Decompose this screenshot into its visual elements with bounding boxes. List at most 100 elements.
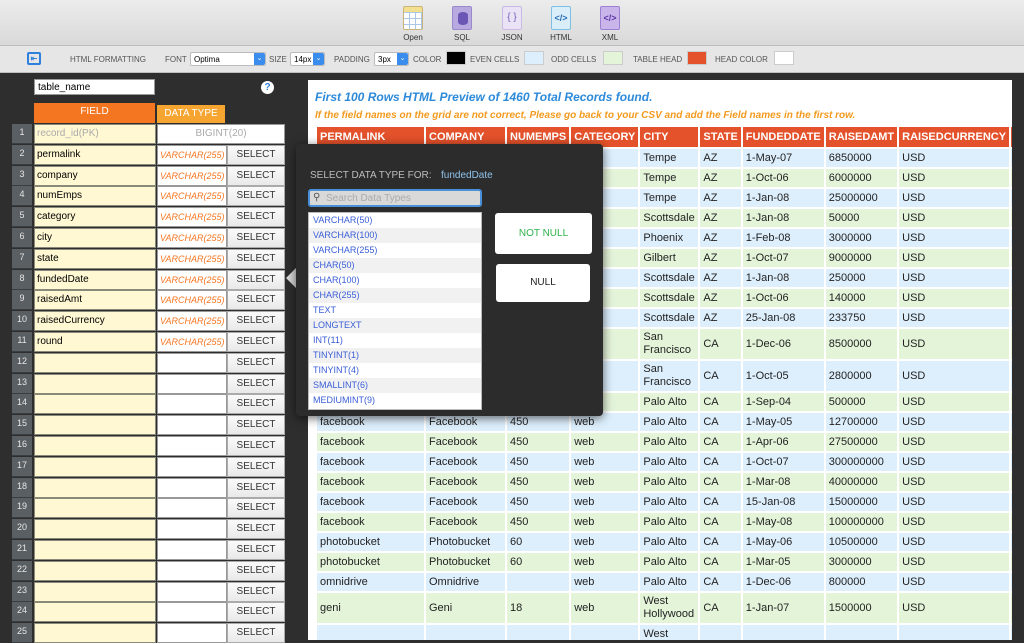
field-name-cell[interactable]: permalink [34,144,156,165]
even-cells-swatch[interactable] [524,51,544,65]
help-icon[interactable]: ? [261,81,274,94]
select-type-button[interactable]: SELECT [227,290,285,311]
field-name-cell: record_id(PK) [34,124,156,144]
null-button[interactable]: NULL [496,264,590,302]
color-swatch[interactable] [446,51,466,65]
preview-column-header: RAISEDCURRENCY [899,127,1010,147]
data-type-option[interactable]: LONGTEXT [309,318,481,333]
preview-cell: 450 [507,453,570,471]
not-null-button[interactable]: NOT NULL [495,213,592,254]
data-type-option[interactable]: TEXT [309,303,481,318]
field-name-cell[interactable] [34,560,156,581]
select-type-button[interactable]: SELECT [227,623,285,643]
field-name-cell[interactable] [34,394,156,415]
select-type-button[interactable]: SELECT [227,560,285,581]
field-name-cell[interactable]: raisedCurrency [34,311,156,332]
size-select[interactable]: 14px ⌄ [290,52,325,66]
data-type-option[interactable]: VARCHAR(50) [309,213,481,228]
field-name-cell[interactable] [34,436,156,456]
field-name-cell[interactable] [34,456,156,477]
field-name-cell[interactable] [34,373,156,394]
select-type-button[interactable]: SELECT [227,602,285,623]
select-type-button[interactable]: SELECT [227,581,285,602]
sql-button[interactable]: SQL [442,4,482,44]
field-name-cell[interactable]: company [34,165,156,186]
field-name-cell[interactable] [34,415,156,436]
head-color-swatch[interactable] [774,51,794,65]
xml-button[interactable]: </> XML [590,4,630,44]
select-type-button[interactable]: SELECT [227,477,285,498]
html-button[interactable]: </> HTML [541,4,581,44]
field-name-cell[interactable] [34,540,156,560]
preview-cell: c [1011,473,1012,491]
schema-editor: ? FIELD DATA TYPE 1record_id(PK)BIGINT(2… [0,74,300,643]
field-name-cell[interactable] [34,602,156,623]
font-label: FONT [165,55,187,64]
data-type-search[interactable]: ⚲ [308,189,482,207]
data-type-list[interactable]: VARCHAR(50) VARCHAR(100) VARCHAR(255) CHAR(… [308,212,482,410]
table-name-input[interactable] [34,79,155,95]
select-type-button[interactable]: SELECT [227,394,285,415]
data-type-option[interactable]: VARCHAR(255) [309,243,481,258]
select-type-button[interactable]: SELECT [227,519,285,540]
select-type-button[interactable]: SELECT [227,248,285,269]
open-button[interactable]: Open [393,4,433,44]
select-type-button[interactable]: SELECT [227,144,285,165]
select-type-button[interactable]: SELECT [227,498,285,519]
data-type-cell: VARCHAR(255) [157,207,227,228]
padding-select[interactable]: 3px ⌄ [374,52,409,66]
field-name-cell[interactable] [34,623,156,643]
select-type-button[interactable]: SELECT [227,311,285,332]
data-type-search-input[interactable] [326,192,476,205]
select-type-button[interactable]: SELECT [227,456,285,477]
select-type-button[interactable]: SELECT [227,352,285,373]
preview-cell: a [1011,593,1012,623]
select-type-button[interactable]: SELECT [227,228,285,248]
table-head-swatch[interactable] [687,51,707,65]
preview-cell: web [571,533,639,551]
json-label: JSON [501,33,523,42]
field-name-cell[interactable]: numEmps [34,186,156,207]
field-name-cell[interactable]: fundedDate [34,269,156,290]
select-type-button[interactable]: SELECT [227,269,285,290]
data-type-option[interactable]: CHAR(100) [309,273,481,288]
row-number: 5 [12,207,32,228]
field-name-cell[interactable]: state [34,248,156,269]
select-type-button[interactable]: SELECT [227,186,285,207]
sql-label: SQL [453,33,470,42]
select-type-button[interactable]: SELECT [227,436,285,456]
data-type-cell: VARCHAR(255) [157,186,227,207]
field-name-cell[interactable] [34,352,156,373]
select-type-button[interactable]: SELECT [227,207,285,228]
odd-cells-swatch[interactable] [603,51,623,65]
preview-cell: 60 [507,553,570,571]
field-name-cell[interactable]: category [34,207,156,228]
schema-row: 25 SELECT [12,623,285,643]
field-name-cell[interactable]: round [34,332,156,352]
data-type-option[interactable]: TINYINT(4) [309,363,481,378]
preview-cell: 6850000 [825,149,898,167]
data-type-option[interactable]: TINYINT(1) [309,348,481,363]
data-type-option[interactable]: VARCHAR(100) [309,228,481,243]
data-type-option[interactable]: INT(11) [309,333,481,348]
field-name-cell[interactable] [34,519,156,540]
select-type-button[interactable]: SELECT [227,165,285,186]
field-name-cell[interactable] [34,581,156,602]
font-select[interactable]: Optima ⌄ [190,52,266,66]
field-name-cell[interactable] [34,498,156,519]
data-type-option[interactable]: SMALLINT(6) [309,378,481,393]
select-type-button[interactable]: SELECT [227,332,285,352]
data-type-option[interactable]: MEDIUMINT(9) [309,393,481,408]
data-type-option[interactable]: CHAR(50) [309,258,481,273]
sidebar-toggle-icon[interactable]: ⇤ [27,52,41,65]
select-type-button[interactable]: SELECT [227,540,285,560]
select-type-button[interactable]: SELECT [227,373,285,394]
field-name-cell[interactable]: city [34,228,156,248]
field-name-cell[interactable]: raisedAmt [34,290,156,311]
preview-cell: USD [899,553,1010,571]
preview-cell: USD [899,453,1010,471]
select-type-button[interactable]: SELECT [227,415,285,436]
json-button[interactable]: { } JSON [492,4,532,44]
field-name-cell[interactable] [34,477,156,498]
data-type-option[interactable]: CHAR(255) [309,288,481,303]
